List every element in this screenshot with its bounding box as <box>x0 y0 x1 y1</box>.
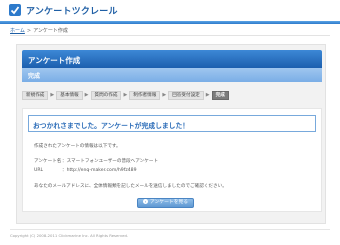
step-questions: 質問の作成 <box>90 90 122 100</box>
mail-notice: あなたのメールアドレスに、全体情報類を記したメールを送信しましたのでご確認くださ… <box>34 184 227 189</box>
survey-url-label: URL <box>34 168 44 173</box>
survey-name-value: ：スマートフォンユーザーの普段へアンケート <box>62 159 159 164</box>
survey-name-label: アンケート名 <box>34 159 62 164</box>
copyright: Copyright (C) 2008-2011 Clickmarine Inc.… <box>10 233 129 238</box>
page-title: アンケート作成 <box>22 50 322 68</box>
success-message: おつかれさまでした。アンケートが完成しました！ <box>28 115 316 132</box>
footer-divider <box>10 229 330 230</box>
progress-steps: 新規作成 ▶ 基本情報 ▶ 質問の作成 ▶ 制作者情報 ▶ 回答受付設定 ▶ 完… <box>22 90 229 100</box>
circle-arrow-icon: › <box>142 199 148 204</box>
step-arrow-icon: ▶ <box>123 91 128 98</box>
breadcrumb-home-link[interactable]: ホーム <box>10 28 25 34</box>
site-header: アンケートツクレール <box>0 0 340 20</box>
step-response-settings: 回答受付設定 <box>168 90 204 100</box>
step-arrow-icon: ▶ <box>162 91 167 98</box>
step-new: 新規作成 <box>22 90 49 100</box>
step-creator-info: 制作者情報 <box>129 90 161 100</box>
breadcrumb-current: アンケート作成 <box>33 28 68 34</box>
info-intro: 作成されたアンケートの情報は以下です。 <box>34 144 121 149</box>
view-survey-button[interactable]: › アンケートを見る <box>137 198 194 208</box>
enketo-logo-icon <box>8 3 22 17</box>
view-survey-button-label: アンケートを見る <box>149 200 189 205</box>
step-basic-info: 基本情報 <box>56 90 83 100</box>
breadcrumb-separator: > <box>26 28 32 34</box>
step-arrow-icon: ▶ <box>84 91 89 98</box>
page-subtitle: 完成 <box>22 68 322 82</box>
logo-text: アンケートツクレール <box>26 6 118 17</box>
step-arrow-icon: ▶ <box>205 91 210 98</box>
survey-url-value[interactable]: ：http://enq-maker.com/h9fz489 <box>62 168 137 173</box>
survey-url-row: URL ：http://enq-maker.com/h9fz489 <box>34 167 137 173</box>
header-accent-bar <box>0 21 340 24</box>
breadcrumb: ホーム > アンケート作成 <box>10 27 68 34</box>
site-logo[interactable]: アンケートツクレール <box>8 3 118 17</box>
breadcrumb-divider <box>10 35 330 36</box>
step-arrow-icon: ▶ <box>50 91 55 98</box>
step-complete: 完成 <box>211 90 229 100</box>
survey-name-row: アンケート名：スマートフォンユーザーの普段へアンケート <box>34 158 158 164</box>
